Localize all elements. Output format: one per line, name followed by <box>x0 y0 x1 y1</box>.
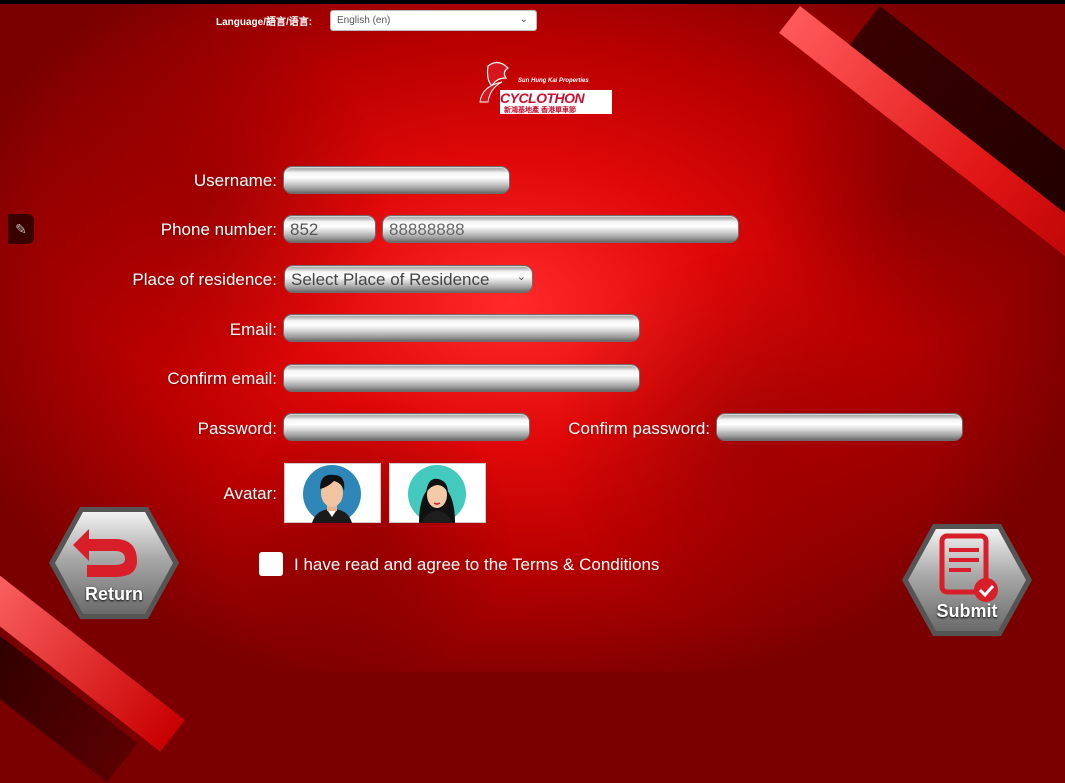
username-label: Username: <box>193 171 277 190</box>
password-label: Password: <box>197 419 277 438</box>
submit-button-label: Submit <box>936 601 998 621</box>
cyclothon-logo: Sun Hung Kai Properties HONG KONG CYCLOT… <box>474 58 619 120</box>
return-button[interactable]: Return <box>47 505 181 621</box>
password-input[interactable] <box>283 413 530 441</box>
terms-checkbox[interactable] <box>259 552 283 576</box>
male-avatar-icon <box>303 465 361 523</box>
chevron-down-icon: ⌄ <box>516 271 526 283</box>
edit-pencil-icon[interactable]: ✎ <box>8 214 34 244</box>
confirm-email-input[interactable] <box>283 364 640 392</box>
residence-select[interactable]: Select Place of Residence ⌄ <box>284 265 533 293</box>
chevron-down-icon: ⌄ <box>519 14 528 25</box>
residence-label: Place of residence: <box>132 270 277 289</box>
confirm-password-label: Confirm password: <box>568 419 710 438</box>
language-selected-value: English (en) <box>337 15 391 26</box>
logo-text-chinese: 新鴻基地產 香港單車節 <box>504 107 576 114</box>
logo-text-event: CYCLOTHON <box>500 90 585 106</box>
country-code-input[interactable]: 852 <box>283 215 376 243</box>
confirm-email-label: Confirm email: <box>167 369 277 388</box>
language-label: Language/語言/语言: <box>216 17 313 28</box>
residence-selected-value: Select Place of Residence <box>291 270 490 289</box>
logo-text-sponsor: Sun Hung Kai Properties <box>518 78 589 84</box>
avatar-option-male[interactable] <box>284 463 381 523</box>
phone-label: Phone number: <box>160 220 277 239</box>
email-label: Email: <box>229 320 277 339</box>
top-border <box>0 0 1065 4</box>
language-select[interactable]: English (en) ⌄ <box>330 10 537 31</box>
confirm-password-input[interactable] <box>716 413 963 441</box>
terms-text[interactable]: I have read and agree to the Terms & Con… <box>294 555 659 575</box>
submit-button[interactable]: Submit <box>900 522 1034 638</box>
return-button-label: Return <box>85 584 143 604</box>
avatar-option-female[interactable] <box>389 463 486 523</box>
avatar-label: Avatar: <box>223 484 277 503</box>
phone-number-input[interactable]: 88888888 <box>382 215 739 243</box>
username-input[interactable] <box>283 166 510 194</box>
email-input[interactable] <box>283 314 640 342</box>
female-avatar-icon <box>408 465 466 523</box>
